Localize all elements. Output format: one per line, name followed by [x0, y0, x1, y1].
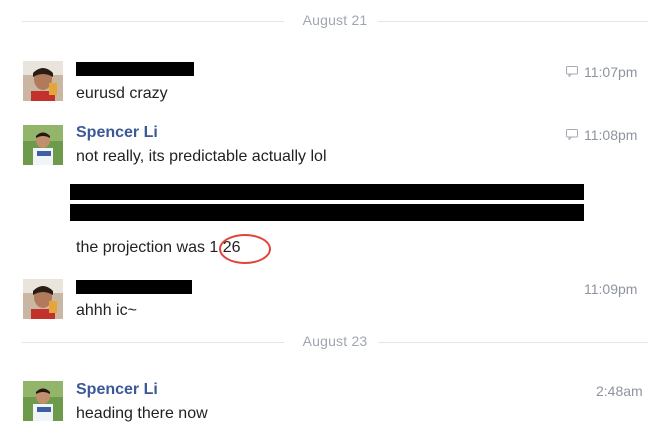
chat-bubble-icon — [566, 129, 578, 140]
highlight-circle — [219, 234, 271, 264]
divider-line — [378, 21, 648, 22]
redacted-message-line — [70, 184, 584, 200]
message-text: heading there now — [76, 405, 208, 422]
message-time: 11:08pm — [584, 127, 638, 143]
divider-line — [22, 342, 284, 343]
message-text: the projection was 1.26 — [76, 239, 241, 257]
redacted-message-line — [70, 204, 584, 221]
avatar[interactable] — [23, 279, 63, 319]
message-text: eurusd crazy — [76, 85, 168, 102]
redacted-sender-name — [76, 62, 194, 76]
redacted-sender-name — [76, 280, 192, 294]
message-text: not really, its predictable actually lol — [76, 148, 327, 165]
date-label: August 21 — [302, 12, 368, 28]
sender-name[interactable]: Spencer Li — [76, 381, 158, 399]
message-text: ahhh ic~ — [76, 302, 137, 319]
date-label: August 23 — [302, 333, 368, 349]
avatar[interactable] — [23, 61, 63, 101]
divider-line — [22, 21, 284, 22]
message-time: 11:07pm — [584, 64, 638, 80]
sender-name[interactable]: Spencer Li — [76, 124, 158, 142]
divider-line — [378, 342, 648, 343]
avatar[interactable] — [23, 125, 63, 165]
message-time: 2:48am — [596, 383, 643, 399]
avatar[interactable] — [23, 381, 63, 421]
message-time: 11:09pm — [584, 281, 638, 297]
chat-bubble-icon — [566, 66, 578, 77]
message-text-prefix: the projection was — [76, 239, 210, 256]
